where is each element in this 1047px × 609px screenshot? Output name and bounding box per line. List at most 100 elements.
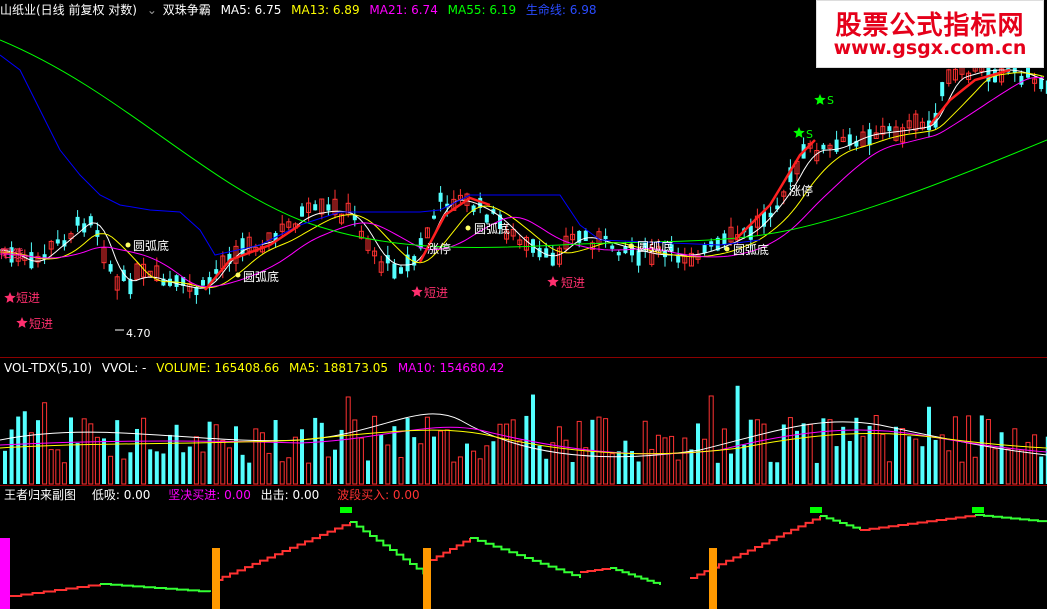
round-bottom-dot-icon [465,225,471,231]
round-bottom-label-5: 圆弧底 [733,242,769,257]
sub-line-down [820,515,861,530]
ma13-value: MA13: 6.89 [291,3,360,17]
volume-bar [418,443,424,485]
volume-bar [985,419,991,485]
candle-body [438,192,443,202]
short-entry-star-icon [4,292,16,303]
round-bottom-dot-icon [628,243,634,249]
volume-bar [61,462,67,485]
volume-bar [1018,449,1024,485]
candle-body [867,129,872,146]
volume-bar [609,453,615,485]
ma21-value: MA21: 6.74 [369,3,438,17]
ma55-value: MA55: 6.19 [447,3,517,17]
volume-bar [135,428,139,484]
volume-bar [319,422,324,484]
circle-chevron-icon[interactable]: ⌄ [147,3,157,17]
volume-bar [708,395,714,485]
decisive-buy-bar [0,538,10,609]
annotations: 圆弧底 圆弧底 圆弧底 圆弧底 圆弧底 短进 短进 短进 短进 涨停 涨停 S … [0,94,834,340]
candle-body [55,239,60,244]
sub-line-down [975,514,1047,523]
sub-indicator [0,507,1047,609]
volume-bar [207,421,212,484]
wave-buy-bar [212,548,220,609]
volume-bar [234,426,238,484]
sub-line-up [215,522,351,581]
volume-bar [226,447,232,485]
round-bottom-dot-icon [724,246,730,252]
sub-title[interactable]: 王者归来副图 [4,488,76,502]
signal-markers [4,94,826,328]
indicator-name[interactable]: 双珠争霸 [163,3,211,17]
volume-bar [108,455,114,485]
volume-bar [102,438,106,484]
candle-body [432,215,436,219]
volume-bar [952,416,958,485]
wave-buy-value: 波段买入: 0.00 [337,488,420,502]
volume-bar [801,423,806,484]
sell-label-1: S [827,94,834,107]
stock-title: 山纸业(日线 前复权 对数) [0,3,137,17]
volume-bar [1012,428,1018,485]
volume-bar [946,450,952,485]
short-entry-label-2: 短进 [29,317,53,331]
decisive-buy-value: 坚决买进: 0.00 [168,488,251,502]
volume-bar [696,423,700,484]
volume-value: VOLUME: 165408.66 [156,361,280,375]
volume-bar [642,420,648,485]
low-price-label: 4.70 [126,327,151,340]
ma13-line [0,72,1045,289]
volume-bar [1032,434,1038,485]
volume-bar [379,434,384,484]
watermark-logo: 股票公式指标网 www.gsgx.com.cn [816,0,1044,68]
candle-body [201,280,205,286]
short-entry-label-1: 短进 [16,291,40,305]
volume-bar [894,426,898,484]
volume-bar [358,437,364,485]
chart-canvas[interactable]: 圆弧底 圆弧底 圆弧底 圆弧底 圆弧底 短进 短进 短进 短进 涨停 涨停 S … [0,0,1047,609]
candle-body [887,126,892,132]
volume-bar [292,436,298,485]
round-bottom-dot-icon [235,272,241,278]
sub-line-up [10,584,101,597]
volume-bar [768,461,773,484]
volume-bar [313,417,318,484]
candle-body [821,144,826,150]
vol-title[interactable]: VOL-TDX(5,10) [4,361,92,375]
ma55-line [0,39,1047,248]
sub-line-down [350,521,431,578]
volume-bar [537,445,542,484]
volume-bar [847,440,852,484]
ma21-line [0,76,1045,288]
volume-bar [28,432,34,485]
volume-bar [715,462,720,484]
volume-bar [748,419,753,484]
volume-bar [841,426,846,484]
candle-body [748,225,753,240]
round-bottom-label-3: 圆弧底 [474,221,510,236]
volume-bar [432,436,436,484]
sub-line-up [580,568,611,573]
volume-bar [900,428,906,485]
candle-body [326,204,331,211]
sell-star-icon [814,94,826,105]
volume-bar [886,461,892,485]
round-bottom-label-2: 圆弧底 [243,269,279,284]
volume-bar [266,452,272,485]
volume-bar [616,451,621,484]
volume-bar [16,416,21,484]
volume-bar [220,439,226,485]
candle-body [544,248,549,258]
volume-bar [927,406,931,484]
volume-bar [48,449,54,485]
volume-bar [247,462,252,484]
volume-bar [300,429,304,484]
candle-body [313,204,318,211]
volume-bar [544,458,549,484]
short-entry-star-icon [547,276,559,287]
vol-ma5-line [0,413,1047,458]
candle-body [1019,75,1024,85]
volume-bar [702,438,708,485]
volume-bar [115,420,120,484]
